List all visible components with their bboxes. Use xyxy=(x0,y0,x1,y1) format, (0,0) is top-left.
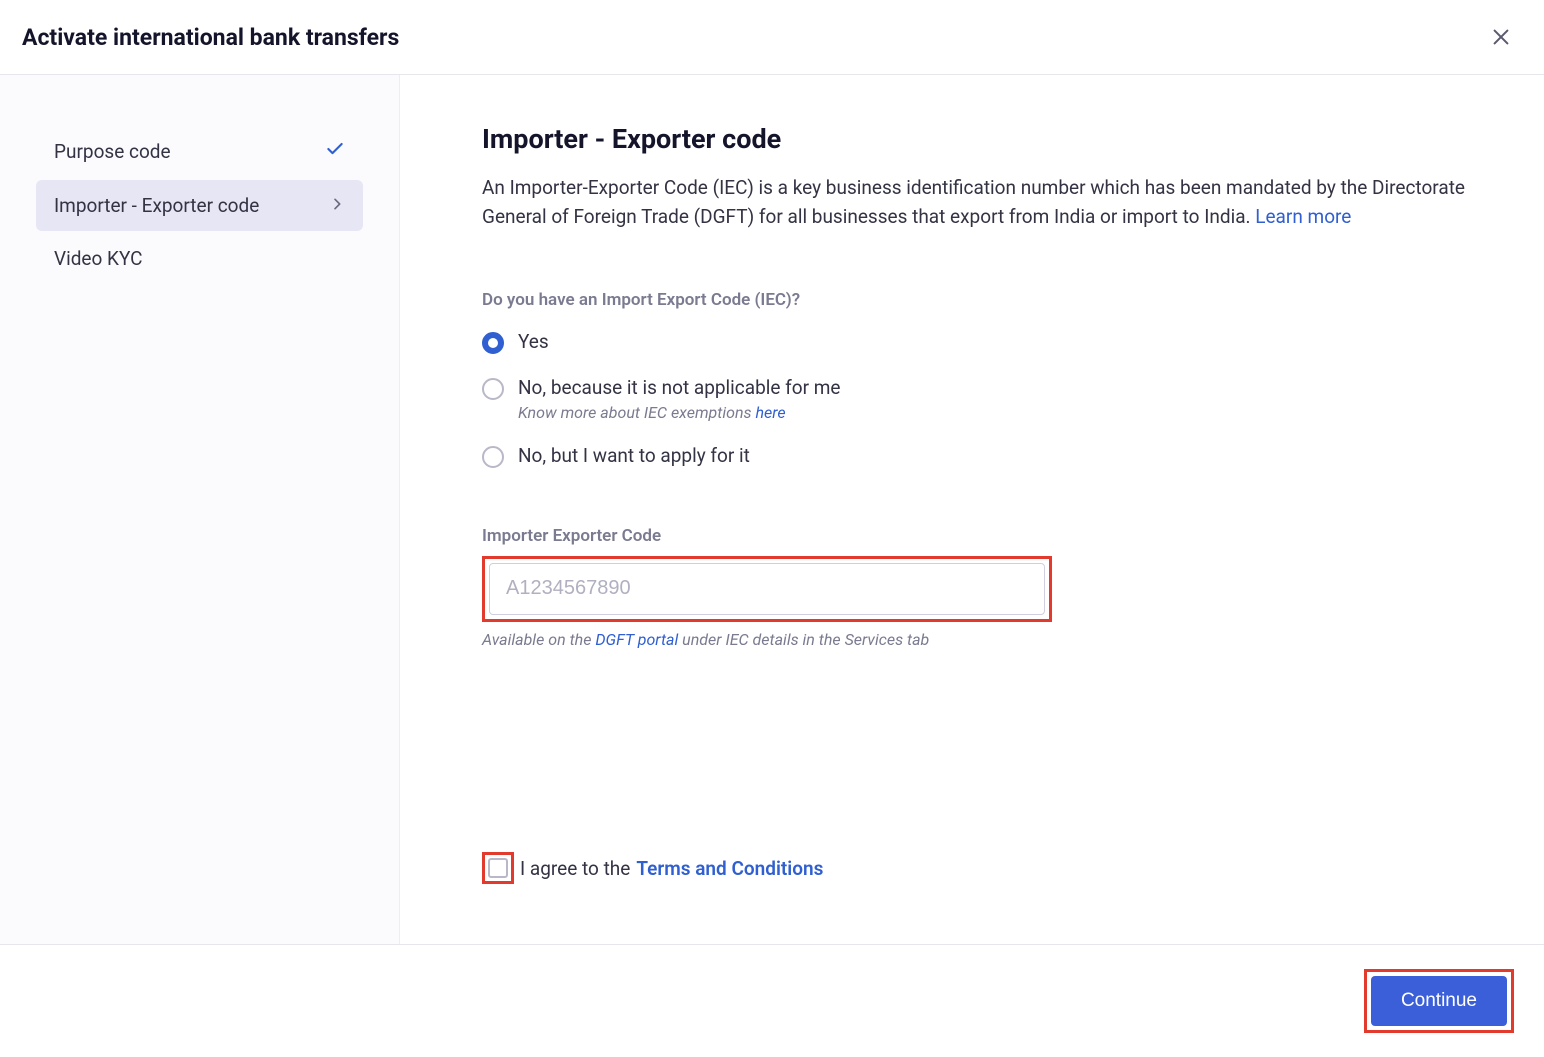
question-label: Do you have an Import Export Code (IEC)? xyxy=(482,290,1484,310)
main-content: Importer - Exporter code An Importer-Exp… xyxy=(400,75,1544,944)
modal-container: Activate international bank transfers Pu… xyxy=(0,0,1544,1057)
radio-sublabel: Know more about IEC exemptions here xyxy=(518,403,840,422)
radio-label: Yes xyxy=(518,330,549,353)
radio-group: Yes No, because it is not applicable for… xyxy=(482,330,1484,468)
iec-field-section: Importer Exporter Code Available on the … xyxy=(482,526,1484,649)
sidebar-item-label: Importer - Exporter code xyxy=(54,194,259,217)
radio-option-no-apply[interactable]: No, but I want to apply for it xyxy=(482,444,1484,468)
modal-header: Activate international bank transfers xyxy=(0,0,1544,75)
sidebar-item-importer-exporter-code[interactable]: Importer - Exporter code xyxy=(36,180,363,231)
radio-option-no-not-applicable[interactable]: No, because it is not applicable for me … xyxy=(482,376,1484,422)
dgft-portal-link[interactable]: DGFT portal xyxy=(595,630,678,649)
sidebar-item-purpose-code[interactable]: Purpose code xyxy=(36,125,363,178)
radio-icon xyxy=(482,378,504,400)
sidebar-item-label: Video KYC xyxy=(54,247,143,270)
field-help: Available on the DGFT portal under IEC d… xyxy=(482,630,1484,649)
radio-label: No, but I want to apply for it xyxy=(518,444,750,467)
help-prefix: Available on the xyxy=(482,630,595,649)
page-title: Importer - Exporter code xyxy=(482,123,1484,155)
sidebar: Purpose code Importer - Exporter code Vi… xyxy=(0,75,400,944)
radio-icon xyxy=(482,446,504,468)
field-label: Importer Exporter Code xyxy=(482,526,1484,546)
radio-label: No, because it is not applicable for me xyxy=(518,376,840,399)
learn-more-link[interactable]: Learn more xyxy=(1255,205,1351,228)
terms-link[interactable]: Terms and Conditions xyxy=(636,857,823,880)
iec-question-section: Do you have an Import Export Code (IEC)?… xyxy=(482,290,1484,468)
close-icon xyxy=(1490,26,1512,48)
check-icon xyxy=(325,139,345,164)
agree-terms-row: I agree to the Terms and Conditions xyxy=(482,812,1484,904)
close-button[interactable] xyxy=(1486,22,1516,52)
checkbox-highlight xyxy=(482,852,514,884)
radio-option-yes[interactable]: Yes xyxy=(482,330,1484,354)
page-description: An Importer-Exporter Code (IEC) is a key… xyxy=(482,173,1482,232)
chevron-right-icon xyxy=(329,194,345,217)
exemptions-here-link[interactable]: here xyxy=(755,403,785,422)
agree-checkbox[interactable] xyxy=(488,858,508,878)
iec-input[interactable] xyxy=(489,563,1045,615)
input-highlight xyxy=(482,556,1052,622)
sidebar-item-label: Purpose code xyxy=(54,140,171,163)
sublabel-text: Know more about IEC exemptions xyxy=(518,403,755,422)
agree-text: I agree to the xyxy=(520,857,630,880)
modal-footer: Continue xyxy=(0,944,1544,1057)
radio-icon xyxy=(482,332,504,354)
continue-highlight: Continue xyxy=(1364,969,1514,1033)
modal-body: Purpose code Importer - Exporter code Vi… xyxy=(0,75,1544,944)
sidebar-item-video-kyc[interactable]: Video KYC xyxy=(36,233,363,284)
modal-title: Activate international bank transfers xyxy=(22,24,399,51)
continue-button[interactable]: Continue xyxy=(1371,976,1507,1026)
help-suffix: under IEC details in the Services tab xyxy=(678,630,929,649)
